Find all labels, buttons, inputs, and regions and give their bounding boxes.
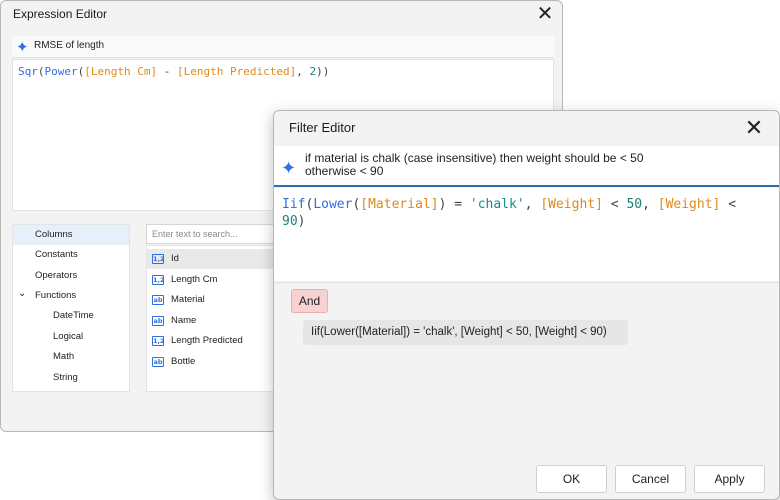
ai-prompt-text: RMSE of length [34, 40, 105, 51]
category-logical[interactable]: Logical [13, 327, 129, 347]
number-token: 90 [282, 214, 298, 229]
paren-token: ) [297, 214, 306, 229]
cancel-button[interactable]: Cancel [615, 465, 686, 493]
operator-token: ) = [438, 197, 470, 212]
category-math[interactable]: Math [13, 347, 129, 367]
number-token: 50 [626, 197, 643, 212]
category-label: Constants [35, 249, 78, 260]
filter-editor-close-icon[interactable]: ✕ [738, 111, 770, 145]
chevron-down-icon[interactable]: ⌄ [18, 284, 26, 304]
function-token: Sqr [18, 65, 38, 78]
function-token: Iif [282, 197, 306, 212]
text-field-icon: ab [152, 316, 164, 326]
comma-token: , [642, 197, 658, 212]
expression-code-line: Sqr(Power([Length Cm] - [Length Predicte… [18, 65, 329, 78]
field-list: 1,2 Id 1,2 Length Cm ab Material ab Name 1,2… [146, 245, 276, 392]
field-item-material[interactable]: ab Material [147, 290, 276, 310]
expression-editor-close-icon[interactable]: ✕ [529, 1, 561, 27]
category-label: Columns [35, 229, 73, 240]
sparkle-icon: ✦ [281, 158, 297, 178]
field-label: Length Cm [171, 274, 218, 285]
ai-prompt-input[interactable]: ✦ if material is chalk (case insensitive… [274, 146, 779, 187]
category-functions[interactable]: ⌄ Functions [13, 286, 129, 306]
category-list: Columns Constants Operators ⌄ Functions D… [12, 224, 130, 392]
filter-editor-window: Filter Editor ✕ ✦ if material is chalk (… [273, 110, 780, 500]
field-item-name[interactable]: ab Name [147, 311, 276, 331]
field-token: [Weight] [657, 197, 721, 212]
field-label: Id [171, 253, 179, 264]
category-operators[interactable]: Operators [13, 266, 129, 286]
category-label: Functions [35, 290, 77, 301]
field-item-length-predicted[interactable]: 1,2 Length Predicted [147, 331, 276, 351]
filter-editor-title: Filter Editor [289, 120, 356, 135]
field-token: [Material] [360, 197, 439, 212]
numeric-field-icon: 1,2 [152, 275, 165, 285]
ok-button[interactable]: OK [536, 465, 607, 493]
numeric-field-icon: 1,2 [152, 336, 165, 346]
category-label: Math [53, 351, 75, 362]
comma-token: , [296, 65, 310, 78]
operator-token: - [157, 65, 177, 78]
field-token: [Length Predicted] [176, 65, 297, 78]
category-label: String [53, 372, 78, 383]
field-item-id[interactable]: 1,2 Id [147, 249, 276, 269]
field-label: Name [171, 315, 197, 326]
ai-prompt-text: if material is chalk (case insensitive) … [305, 151, 644, 178]
field-label: Material [171, 294, 205, 305]
field-token: [Length Cm] [84, 65, 158, 78]
text-field-icon: ab [152, 357, 164, 367]
apply-button[interactable]: Apply [694, 465, 765, 493]
field-item-bottle[interactable]: ab Bottle [147, 352, 276, 372]
comma-token: , [524, 197, 541, 212]
category-datetime[interactable]: DateTime [13, 306, 129, 326]
function-token: Lower [313, 197, 353, 212]
field-label: Bottle [171, 356, 196, 367]
filter-code-editor[interactable]: Iif(Lower([Material]) = 'chalk', [Weight… [274, 188, 779, 281]
function-token: Power [44, 65, 78, 78]
category-label: Operators [35, 270, 78, 281]
expression-editor-title: Expression Editor [13, 7, 108, 21]
group-operator-button[interactable]: And [291, 289, 328, 313]
category-label: Logical [53, 331, 84, 342]
filter-code-line: Iif(Lower([Material]) = 'chalk', [Weight… [282, 196, 752, 230]
field-item-length-cm[interactable]: 1,2 Length Cm [147, 270, 276, 290]
category-columns[interactable]: Columns [13, 225, 129, 245]
field-search-input[interactable]: Enter text to search... [146, 224, 276, 244]
operator-token: < [602, 197, 627, 212]
field-token: [Weight] [540, 197, 603, 212]
string-token: 'chalk' [469, 197, 525, 212]
paren-token: )) [316, 65, 330, 78]
text-field-icon: ab [152, 295, 164, 305]
sparkle-icon: ✦ [16, 39, 29, 56]
paren-token: ( [37, 65, 45, 78]
field-label: Length Predicted [171, 335, 243, 346]
category-label: DateTime [53, 310, 94, 321]
numeric-field-icon: 1,2 [152, 254, 165, 264]
category-constants[interactable]: Constants [13, 245, 129, 265]
ai-prompt-bar[interactable]: ✦ RMSE of length [12, 36, 554, 58]
filter-tree-panel [274, 282, 779, 462]
category-string[interactable]: String [13, 368, 129, 388]
filter-condition[interactable]: Iif(Lower([Material]) = 'chalk', [Weight… [303, 320, 628, 345]
operator-token: < [720, 197, 737, 212]
